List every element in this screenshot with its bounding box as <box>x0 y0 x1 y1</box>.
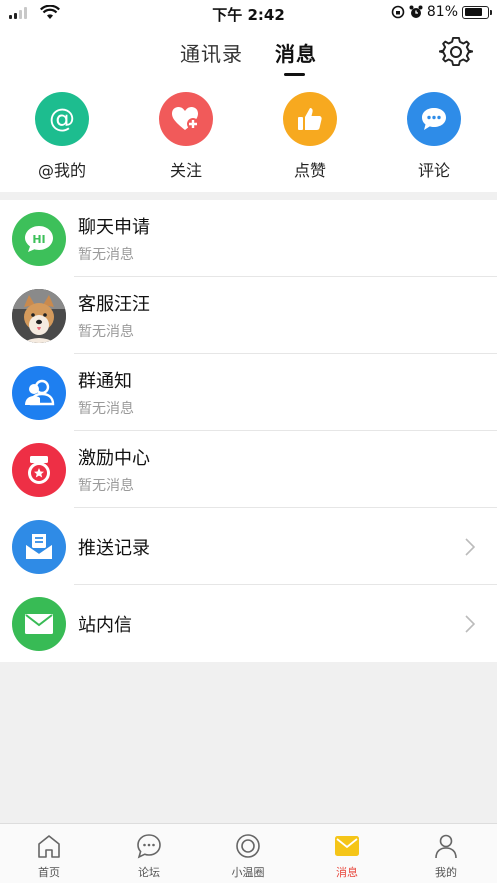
tab-label: 我的 <box>435 866 457 879</box>
quick-label: 关注 <box>169 161 202 180</box>
item-title: 站内信 <box>78 615 132 636</box>
quick-comments[interactable]: 评论 <box>384 92 484 181</box>
rotation-lock-icon <box>391 5 405 19</box>
chat-hi-icon: HI <box>12 212 66 266</box>
item-title: 群通知 <box>78 371 132 392</box>
thumbs-up-icon <box>283 92 337 146</box>
list-item-customer-service[interactable]: 客服汪汪 暂无消息 <box>0 277 497 354</box>
chevron-right-icon <box>465 538 475 556</box>
quick-likes[interactable]: 点赞 <box>260 92 360 181</box>
header: 通讯录 消息 <box>0 26 497 84</box>
item-subtitle: 暂无消息 <box>78 247 134 263</box>
svg-text:HI: HI <box>32 233 45 246</box>
at-icon: @ <box>35 92 89 146</box>
reward-icon <box>12 443 66 497</box>
list-item-reward-center[interactable]: 激励中心 暂无消息 <box>0 431 497 508</box>
tab-home[interactable]: 首页 <box>9 832 89 880</box>
item-subtitle: 暂无消息 <box>78 324 134 340</box>
tab-label: 消息 <box>336 866 358 879</box>
item-title: 客服汪汪 <box>78 294 150 315</box>
message-list: HI 聊天申请 暂无消息 客服汪汪 暂无消息 群通知 暂无消息 激励中心 暂无消… <box>0 200 497 662</box>
quick-label: @我的 <box>37 161 86 180</box>
dog-avatar <box>12 289 66 343</box>
settings-gear-icon[interactable] <box>439 35 473 69</box>
circle-icon <box>208 832 288 860</box>
profile-icon <box>406 832 486 860</box>
svg-text:@: @ <box>49 104 75 134</box>
battery-percent: 81% <box>426 4 458 20</box>
tab-profile[interactable]: 我的 <box>406 832 486 880</box>
message-icon <box>307 832 387 860</box>
quick-at-me[interactable]: @ @我的 <box>12 92 112 181</box>
tab-label: 论坛 <box>138 866 160 879</box>
item-title: 推送记录 <box>78 538 150 559</box>
alarm-icon <box>409 5 423 18</box>
push-mail-icon <box>12 520 66 574</box>
item-title: 聊天申请 <box>78 217 150 238</box>
tab-messages-bottom[interactable]: 消息 <box>307 832 387 880</box>
heart-plus-icon <box>159 92 213 146</box>
bottom-tab-bar: 首页 论坛 小温圈 消息 我的 <box>0 823 497 883</box>
list-item-inbox[interactable]: 站内信 <box>0 585 497 662</box>
comment-icon <box>407 92 461 146</box>
tab-label: 首页 <box>38 866 60 879</box>
home-icon <box>9 832 89 860</box>
list-item-push-history[interactable]: 推送记录 <box>0 508 497 585</box>
tab-active-indicator <box>284 73 305 76</box>
item-subtitle: 暂无消息 <box>78 478 134 494</box>
mail-icon <box>12 597 66 651</box>
battery-icon <box>462 5 492 19</box>
tab-contacts[interactable]: 通讯录 <box>180 38 243 67</box>
item-subtitle: 暂无消息 <box>78 401 134 417</box>
quick-follow[interactable]: 关注 <box>136 92 236 181</box>
tab-messages[interactable]: 消息 <box>275 38 317 67</box>
quick-label: 评论 <box>417 161 450 180</box>
tab-circle[interactable]: 小温圈 <box>208 832 288 880</box>
tab-forum[interactable]: 论坛 <box>109 832 189 880</box>
item-title: 激励中心 <box>78 448 150 469</box>
quick-label: 点赞 <box>293 161 326 180</box>
status-bar: 下午 2:42 81% <box>0 0 497 26</box>
list-item-group-notice[interactable]: 群通知 暂无消息 <box>0 354 497 431</box>
quick-actions: @ @我的 关注 点赞 评论 <box>0 84 497 192</box>
tab-label: 小温圈 <box>231 866 265 879</box>
chevron-right-icon <box>465 615 475 633</box>
forum-icon <box>109 832 189 860</box>
group-icon <box>12 366 66 420</box>
list-item-chat-request[interactable]: HI 聊天申请 暂无消息 <box>0 200 497 277</box>
